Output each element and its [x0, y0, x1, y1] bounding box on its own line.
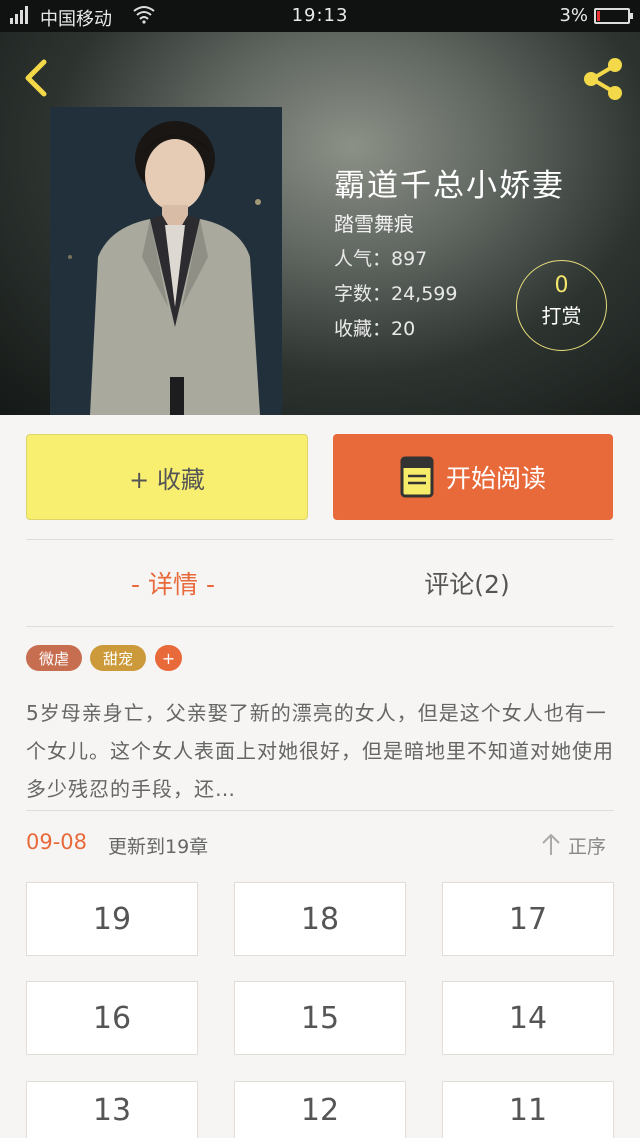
update-date: 09-08: [26, 830, 88, 854]
book-title: 霸道千总小娇妻: [334, 168, 565, 204]
genre-tag[interactable]: 甜宠: [90, 645, 146, 671]
start-reading-button[interactable]: 开始阅读: [333, 434, 613, 520]
tab-comments[interactable]: 评论(2): [320, 560, 614, 606]
add-tag-button[interactable]: +: [155, 645, 182, 671]
cover-illustration: [50, 107, 282, 415]
reward-button[interactable]: 0 打赏: [516, 260, 607, 351]
sort-order-toggle[interactable]: 正序: [568, 832, 606, 859]
update-status: 更新到19章: [108, 836, 209, 858]
back-icon[interactable]: [20, 56, 50, 100]
chapter-button[interactable]: 12: [234, 1081, 406, 1138]
chapter-button[interactable]: 19: [26, 882, 198, 956]
book-author[interactable]: 踏雪舞痕: [334, 208, 414, 237]
chapter-button[interactable]: 11: [442, 1081, 614, 1138]
sort-up-icon[interactable]: [540, 832, 562, 856]
add-to-favorites-label: + 收藏: [129, 465, 205, 494]
clock: 19:13: [291, 5, 349, 26]
chapter-button[interactable]: 13: [26, 1081, 198, 1138]
add-to-favorites-button[interactable]: + 收藏: [26, 434, 308, 520]
book-icon: [400, 456, 434, 498]
share-icon[interactable]: [578, 54, 628, 104]
book-cover: [50, 107, 282, 415]
chapter-button[interactable]: 14: [442, 981, 614, 1055]
genre-tag[interactable]: 微虐: [26, 645, 82, 671]
divider: [26, 626, 614, 627]
battery-icon: [594, 8, 633, 24]
divider: [26, 539, 614, 540]
reward-label: 打赏: [541, 304, 582, 328]
battery-percent: 3%: [559, 5, 588, 26]
chapter-button[interactable]: 18: [234, 882, 406, 956]
divider: [26, 810, 614, 811]
chapter-button[interactable]: 15: [234, 981, 406, 1055]
book-description[interactable]: 5岁母亲身亡，父亲娶了新的漂亮的女人，但是这个女人也有一个女儿。这个女人表面上对…: [26, 694, 614, 808]
chapter-button[interactable]: 17: [442, 882, 614, 956]
status-bar: 中国移动 19:13 3%: [0, 0, 640, 32]
word-count-stat: 字数：24,599: [334, 283, 458, 305]
favorites-stat: 收藏：20: [334, 318, 416, 340]
book-header: 霸道千总小娇妻 踏雪舞痕 人气：897 字数：24,599 收藏：20 0 打赏: [0, 32, 640, 415]
start-reading-label: 开始阅读: [445, 464, 546, 493]
popularity-stat: 人气：897: [334, 248, 428, 270]
reward-count: 0: [554, 273, 569, 298]
tab-details[interactable]: - 详情 -: [26, 560, 320, 606]
chapter-button[interactable]: 16: [26, 981, 198, 1055]
